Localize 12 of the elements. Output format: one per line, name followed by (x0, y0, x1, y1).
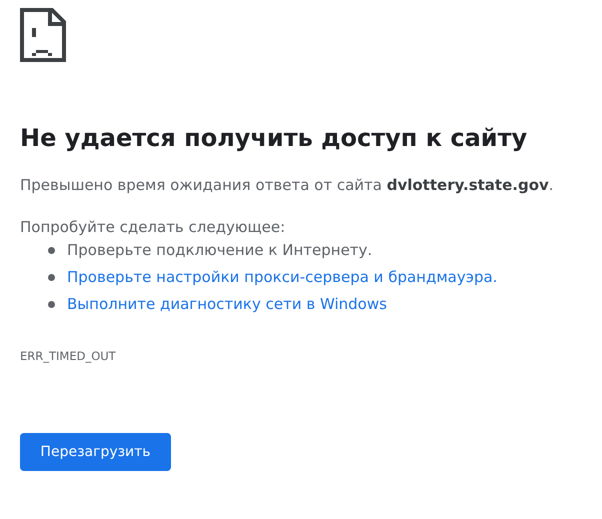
suggestion-link[interactable]: Проверьте настройки прокси-сервера и брандмауэра. (67, 268, 498, 286)
error-code: ERR_TIMED_OUT (20, 349, 117, 363)
suggestion-link[interactable]: Выполните диагностику сети в Windows (67, 295, 387, 313)
error-heading: Не удается получить доступ к сайту (20, 124, 528, 152)
error-description: Превышено время ожидания ответа от сайта dvlottery.state.gov. (20, 176, 555, 194)
reload-button[interactable]: Перезагрузить (20, 433, 171, 471)
suggestions-label: Попробуйте сделать следующее: (20, 218, 286, 236)
bullet-icon (48, 274, 55, 280)
bullet-icon (48, 246, 55, 254)
broken-page-icon (20, 8, 66, 62)
suggestion-text: Проверьте подключение к Интернету. (67, 241, 372, 259)
bullet-icon (48, 300, 55, 308)
